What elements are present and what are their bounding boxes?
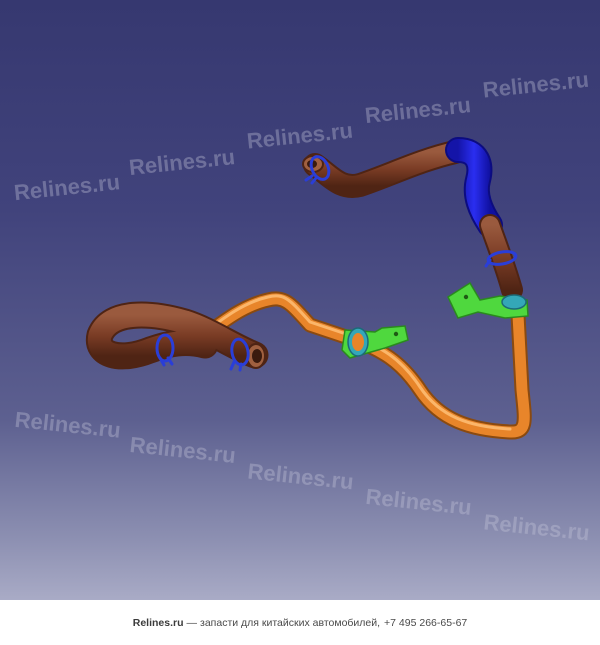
watermark-text: Relines.ru	[364, 484, 472, 520]
watermark-text: Relines.ru	[482, 509, 590, 545]
footer-separator: —	[186, 616, 198, 629]
watermark-text: Relines.ru	[13, 169, 121, 205]
watermark-text: Relines.ru	[246, 458, 354, 494]
watermark-text: Relines.ru	[482, 67, 590, 103]
brown-hose-left	[85, 301, 269, 370]
watermark-text: Relines.ru	[129, 432, 237, 468]
brown-hose-right	[479, 214, 523, 301]
brown-hose-top	[302, 140, 467, 198]
page-footer: Relines.ru — запасти для китайских автом…	[0, 600, 600, 645]
watermark-text: Relines.ru	[246, 118, 354, 154]
grommet-icon	[501, 294, 527, 310]
watermark-text: Relines.ru	[364, 92, 472, 128]
watermark-text: Relines.ru	[128, 144, 236, 180]
watermark-text: Relines.ru	[14, 407, 122, 443]
footer-phone: +7 495 266-65-67	[384, 616, 468, 629]
watermark-top: Relines.ru Relines.ru Relines.ru Relines…	[13, 67, 590, 206]
footer-brand: Relines.ru	[132, 616, 184, 629]
footer-tagline: запасти для китайских автомобилей,	[200, 616, 381, 629]
blue-hose	[445, 137, 503, 238]
model-viewport: Relines.ru Relines.ru Relines.ru Relines…	[0, 0, 600, 600]
render-canvas: Relines.ru Relines.ru Relines.ru Relines…	[13, 67, 591, 546]
